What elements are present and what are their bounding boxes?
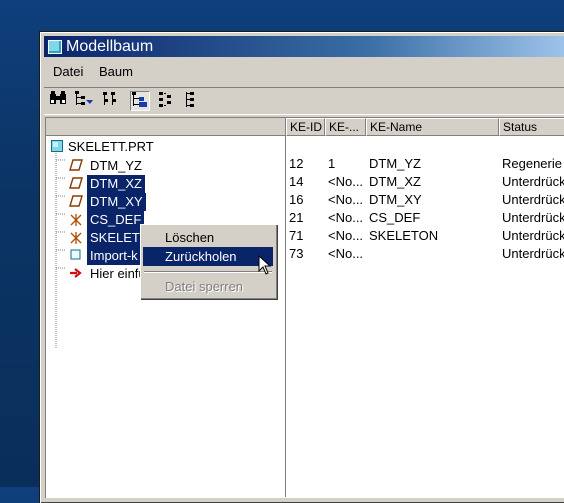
title-bar[interactable]: Modellbaum: [44, 36, 564, 57]
table-cell: 71: [289, 228, 304, 243]
insert-here-arrow-icon: [69, 267, 83, 281]
tree-item-label: Import-k: [87, 247, 141, 265]
table-cell: 1: [328, 156, 336, 171]
table-cell: CS_DEF: [369, 210, 421, 225]
expand-tree-icon[interactable]: [156, 91, 176, 111]
table-cell: 73: [289, 246, 304, 261]
table-row[interactable]: 16 <No... DTM_XY Unterdrück: [286, 191, 564, 209]
tree-item-label: DTM_YZ: [90, 158, 142, 173]
mouse-cursor-icon: [258, 254, 272, 278]
collapse-tree-icon[interactable]: [182, 91, 202, 111]
tree-item-label: DTM_XZ: [87, 175, 145, 193]
table-cell: <No...: [328, 228, 364, 243]
coordinate-system-icon: [69, 213, 83, 227]
table-cell: Unterdrück: [502, 174, 564, 189]
table-cell: 21: [289, 210, 304, 225]
columns-icon[interactable]: [100, 91, 120, 111]
menu-datei[interactable]: Datei: [53, 61, 83, 83]
table-cell: 14: [289, 174, 304, 189]
import-feature-icon: [69, 249, 83, 263]
table-cell: DTM_XY: [369, 192, 422, 207]
menu-item-loeschen[interactable]: Löschen: [143, 228, 273, 247]
datum-plane-icon: [69, 177, 83, 191]
col-header-status[interactable]: Status: [499, 118, 564, 136]
tree-item-label: DTM_XY: [87, 193, 146, 211]
tree-connector-lines: [55, 153, 66, 348]
model-tree-window: Modellbaum Datei Baum SKELETT.PRT DTM_YZ…: [40, 32, 564, 503]
binoculars-icon[interactable]: [48, 91, 68, 111]
table-cell: 16: [289, 192, 304, 207]
menu-baum[interactable]: Baum: [99, 61, 133, 83]
window-title: Modellbaum: [66, 38, 154, 55]
table-cell: <No...: [328, 210, 364, 225]
tree-item-label: SKELET: [87, 229, 143, 247]
menu-separator: [144, 271, 272, 273]
tree-item-label: CS_DEF: [87, 211, 145, 229]
coordinate-system-icon: [69, 231, 83, 245]
tree-filter-icon[interactable]: [74, 91, 94, 111]
datum-plane-icon: [69, 159, 83, 173]
table-cell: <No...: [328, 246, 364, 261]
table-cell: Unterdrück: [502, 228, 564, 243]
menu-item-datei-sperren: Datei sperren: [165, 279, 244, 294]
table-cell: <No...: [328, 174, 364, 189]
table-cell: Unterdrück: [502, 246, 564, 261]
context-menu: Löschen Zurückholen Datei sperren: [140, 224, 277, 299]
tree-root-label: SKELETT.PRT: [68, 139, 154, 154]
table-cell: DTM_XZ: [369, 174, 421, 189]
table-cell: Unterdrück: [502, 192, 564, 207]
table-row[interactable]: 21 <No... CS_DEF Unterdrück: [286, 209, 564, 227]
table-cell: <No...: [328, 192, 364, 207]
col-header-ke-nr[interactable]: KE-...: [325, 118, 366, 136]
table-cell: 12: [289, 156, 304, 171]
menu-bar: Datei Baum: [44, 61, 564, 83]
col-header-ke-id[interactable]: KE-ID: [286, 118, 325, 136]
feature-list-pane[interactable]: KE-ID KE-... KE-Name Status 12 1 DTM_YZ Reg…: [286, 117, 564, 498]
datum-plane-icon: [69, 195, 83, 209]
table-row[interactable]: 12 1 DTM_YZ Regenerie: [286, 155, 564, 173]
table-cell: DTM_YZ: [369, 156, 421, 171]
col-header-ke-name[interactable]: KE-Name: [366, 118, 499, 136]
tree-header: [46, 118, 286, 136]
table-cell: Unterdrück: [502, 210, 564, 225]
tree-selection-icon[interactable]: [130, 91, 150, 111]
table-row[interactable]: 71 <No... SKELETON Unterdrück: [286, 227, 564, 245]
model-tree-pane[interactable]: SKELETT.PRT DTM_YZ DTM_XZ DTM_XY CS_DEF SKEL…: [45, 117, 286, 498]
toolbar: [44, 87, 564, 115]
table-cell: Regenerie: [502, 156, 562, 171]
menu-item-zurueckholen[interactable]: Zurückholen: [143, 247, 273, 266]
table-cell: SKELETON: [369, 228, 439, 243]
table-row[interactable]: 73 <No... Unterdrück: [286, 245, 564, 263]
table-row[interactable]: 14 <No... DTM_XZ Unterdrück: [286, 173, 564, 191]
model-tree-icon: [48, 40, 62, 54]
